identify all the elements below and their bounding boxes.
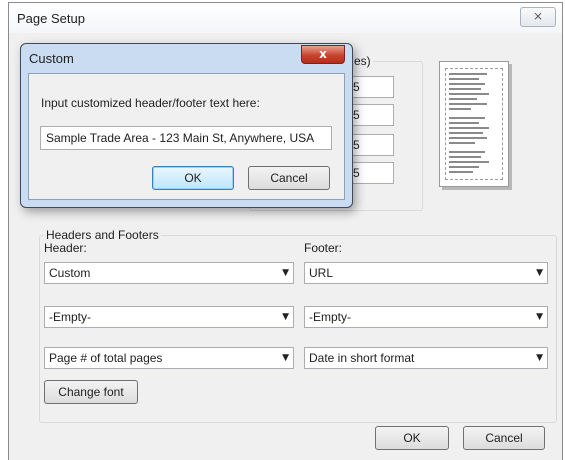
custom-prompt-label: Input customized header/footer text here… xyxy=(41,96,260,110)
footer-label: Footer: xyxy=(304,241,343,255)
headers-footers-group: Headers and Footers Header: Footer: Cust… xyxy=(39,228,557,423)
footer-select-2[interactable]: -Empty- ▼ xyxy=(304,306,548,328)
custom-ok-button[interactable]: OK xyxy=(152,166,234,190)
header-select-3[interactable]: Page # of total pages ▼ xyxy=(44,347,294,369)
margin-left-input[interactable]: 5 xyxy=(350,134,394,156)
footer-select-1[interactable]: URL ▼ xyxy=(304,262,548,284)
close-icon: ⨯ xyxy=(532,9,544,23)
window-close-button[interactable]: ⨯ xyxy=(520,7,556,27)
custom-dialog-title: Custom xyxy=(29,51,74,66)
custom-dialog-body: Input customized header/footer text here… xyxy=(28,73,345,200)
header-select-2[interactable]: -Empty- ▼ xyxy=(44,306,294,328)
chevron-down-icon: ▼ xyxy=(282,312,289,322)
footer-select-3[interactable]: Date in short format ▼ xyxy=(304,347,548,369)
margins-caption: es) xyxy=(352,54,373,68)
page-preview-icon xyxy=(439,61,509,187)
cancel-button[interactable]: Cancel xyxy=(463,426,545,450)
header-select-1[interactable]: Custom ▼ xyxy=(44,262,294,284)
chevron-down-icon: ▼ xyxy=(536,353,543,363)
chevron-down-icon: ▼ xyxy=(282,268,289,278)
margin-top-input[interactable]: 5 xyxy=(350,76,394,98)
header-label: Header: xyxy=(44,241,87,255)
header-footer-text-input[interactable]: Sample Trade Area - 123 Main St, Anywher… xyxy=(40,126,332,150)
chevron-down-icon: ▼ xyxy=(282,353,289,363)
custom-close-button[interactable]: x xyxy=(301,45,345,64)
close-icon: x xyxy=(319,47,327,61)
ok-button[interactable]: OK xyxy=(375,426,449,450)
custom-dialog: Custom x Input customized header/footer … xyxy=(20,43,353,208)
headers-footers-caption: Headers and Footers xyxy=(44,228,161,242)
chevron-down-icon: ▼ xyxy=(536,312,543,322)
custom-cancel-button[interactable]: Cancel xyxy=(248,166,330,190)
chevron-down-icon: ▼ xyxy=(536,268,543,278)
change-font-button[interactable]: Change font xyxy=(44,380,138,404)
title-bar: Page Setup ⨯ xyxy=(9,3,562,33)
margin-right-input[interactable]: 5 xyxy=(350,162,394,184)
window-title: Page Setup xyxy=(17,11,85,26)
margin-bottom-input[interactable]: 5 xyxy=(350,104,394,126)
